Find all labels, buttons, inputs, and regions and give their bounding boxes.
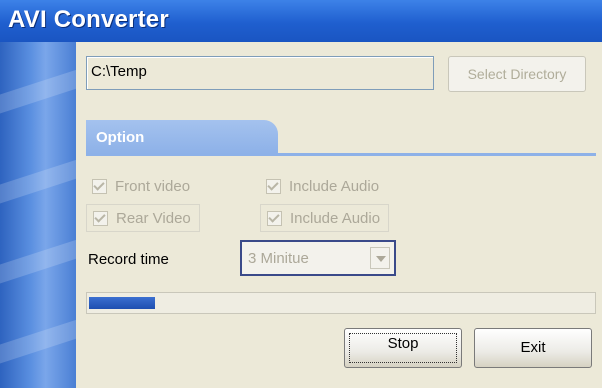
rear-include-audio-label: Include Audio	[290, 209, 381, 227]
rear-video-checkbox[interactable]: Rear Video	[86, 204, 200, 232]
exit-button[interactable]: Exit	[474, 328, 592, 368]
front-video-checkbox[interactable]: Front video	[86, 172, 190, 200]
main-panel: C:\Temp Select Directory Option Front vi…	[76, 42, 602, 388]
select-directory-button[interactable]: Select Directory	[448, 56, 586, 92]
record-time-value: 3 Minitue	[248, 250, 309, 267]
front-include-audio-checkbox[interactable]: Include Audio	[260, 172, 379, 200]
sidebar-decoration	[0, 42, 76, 388]
checkbox-checked-icon	[92, 178, 107, 194]
chevron-down-icon[interactable]	[370, 247, 390, 269]
title-bar: AVI Converter	[0, 0, 602, 42]
rear-include-audio-checkbox[interactable]: Include Audio	[260, 204, 390, 232]
directory-field[interactable]: C:\Temp	[86, 56, 434, 90]
checkbox-checked-icon	[266, 178, 281, 194]
progress-bar	[86, 292, 596, 314]
checkbox-checked-icon	[93, 210, 108, 226]
front-include-audio-label: Include Audio	[289, 177, 380, 195]
tab-option[interactable]: Option	[86, 120, 278, 154]
rear-video-label: Rear Video	[116, 209, 191, 227]
window-title: AVI Converter	[8, 6, 169, 33]
record-time-dropdown[interactable]: 3 Minitue	[240, 240, 396, 276]
record-time-label: Record time	[88, 251, 169, 268]
stop-button-label: Stop	[387, 335, 419, 352]
stop-button[interactable]: Stop	[344, 328, 462, 368]
front-video-label: Front video	[115, 177, 191, 195]
tab-underline	[86, 153, 596, 156]
progress-fill	[89, 297, 155, 309]
checkbox-checked-icon	[267, 210, 282, 226]
